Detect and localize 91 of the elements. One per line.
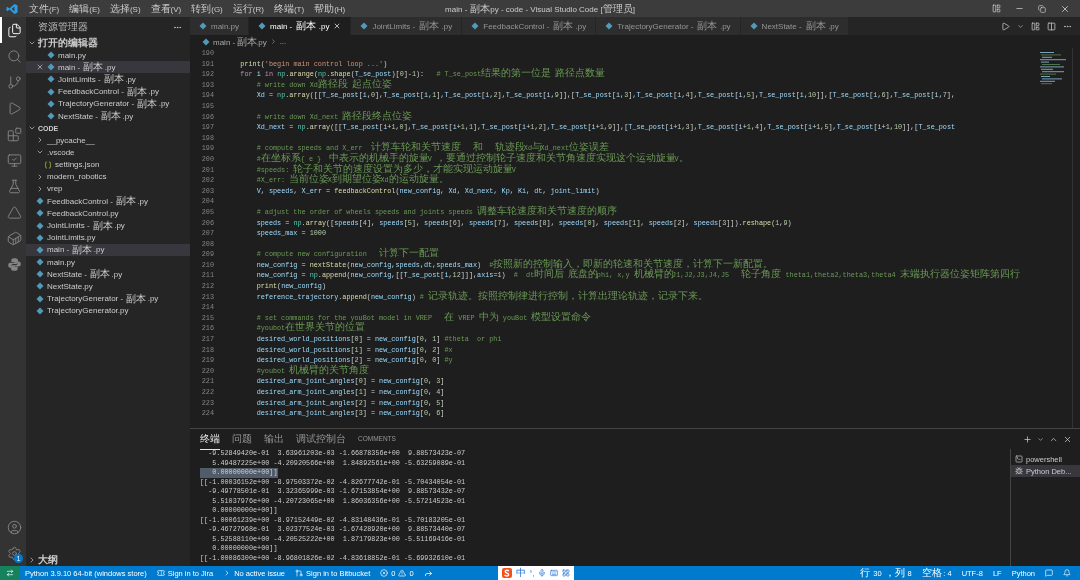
tree-item[interactable]: FeedbackControl - 副本.py — [26, 195, 190, 208]
ticket-icon — [156, 569, 165, 577]
tree-item[interactable]: NextState - 副本.py — [26, 268, 190, 281]
tree-item[interactable]: JointLimits.py — [26, 231, 190, 244]
open-editor-item[interactable]: main - 副本.py — [26, 61, 190, 74]
open-editor-item[interactable]: main.py — [26, 49, 190, 62]
run-icon[interactable] — [6, 100, 22, 116]
breadcrumb-item[interactable]: ... — [279, 37, 287, 46]
section-header[interactable]: 大纲 — [26, 554, 190, 566]
remote-icon — [6, 569, 14, 577]
breadcrumb-item[interactable]: main - 副本.py — [213, 34, 267, 49]
ime-mode[interactable]: 中 — [515, 566, 526, 580]
tree-item[interactable]: modern_robotics — [26, 170, 190, 183]
chevron-down-icon[interactable] — [1017, 22, 1024, 30]
terminal-icon — [1015, 455, 1023, 463]
close-icon[interactable] — [333, 22, 342, 30]
container-icon[interactable] — [6, 230, 22, 246]
panel-tab[interactable]: 输出 — [264, 428, 284, 450]
panel-tab[interactable]: 终端 — [200, 428, 220, 450]
layout-icon[interactable] — [1031, 21, 1040, 31]
menu-item[interactable]: 查看(V) — [145, 0, 187, 18]
menu-item[interactable]: 帮助(H) — [309, 0, 351, 18]
error-icon — [380, 569, 389, 577]
panel-tab[interactable]: 调试控制台 — [296, 428, 346, 450]
python-file-icon — [471, 22, 480, 30]
open-editor-item[interactable]: TrajectoryGenerator - 副本.py — [26, 97, 190, 110]
menu-item[interactable]: 终端(T) — [268, 0, 310, 18]
tree-item[interactable]: TrajectoryGenerator.py — [26, 304, 190, 317]
tree-item[interactable]: __pycache__ — [26, 134, 190, 147]
snake-logo-icon[interactable] — [6, 256, 22, 272]
open-editor-item[interactable]: JointLimits - 副本.py — [26, 73, 190, 86]
remote-button[interactable] — [0, 566, 20, 580]
tree-item[interactable]: FeedbackControl.py — [26, 207, 190, 220]
section-header[interactable]: 打开的编辑器 — [26, 37, 190, 49]
tree-item[interactable]: main.py — [26, 256, 190, 269]
feedback-icon — [1045, 569, 1053, 577]
chevron-down-icon[interactable] — [1037, 435, 1044, 443]
editor-tab[interactable]: main - 副本.py — [249, 17, 352, 35]
branch-icon[interactable] — [6, 74, 22, 90]
menu-item[interactable]: 选择(S) — [104, 0, 146, 18]
logo-icon — [6, 2, 18, 15]
settings-icon[interactable] — [6, 545, 22, 561]
account-icon[interactable] — [6, 519, 22, 535]
editor-tab[interactable]: TrajectoryGenerator - 副本.py — [596, 17, 741, 35]
search-icon[interactable] — [6, 48, 22, 64]
menu-item[interactable]: 运行(R) — [227, 0, 269, 18]
sidebar-title: 资源管理器 — [38, 20, 88, 34]
extensions-icon[interactable] — [6, 126, 22, 142]
menu-item[interactable]: 编辑(E) — [64, 0, 105, 18]
restore-icon[interactable] — [1038, 4, 1046, 13]
python-file-icon — [605, 22, 614, 30]
python-file-icon — [360, 22, 369, 30]
python-file-icon — [258, 22, 266, 30]
bug-icon — [1015, 467, 1023, 475]
tree-item[interactable]: JointLimits - 副本.py — [26, 219, 190, 232]
keyboard-icon[interactable] — [550, 569, 559, 577]
editor-tab[interactable]: JointLimits - 副本.py — [351, 17, 463, 35]
tree-item[interactable]: TrajectoryGenerator - 副本.py — [26, 292, 190, 305]
chevron-right-icon — [269, 38, 277, 45]
menu-item[interactable]: 文件(F) — [24, 0, 65, 18]
warning-icon — [398, 569, 407, 577]
close-icon[interactable] — [36, 63, 44, 72]
forward-icon — [423, 568, 433, 578]
bell-icon — [1063, 569, 1071, 577]
run-icon[interactable] — [1001, 21, 1010, 31]
files-icon[interactable] — [6, 22, 22, 38]
tree-item[interactable]: settings.json — [26, 158, 190, 171]
pull-request-icon — [295, 569, 304, 577]
editor-tab[interactable]: NextState - 副本.py — [740, 17, 849, 35]
braces-icon — [44, 160, 52, 169]
split-editor-icon[interactable] — [1047, 21, 1056, 31]
layout-icon[interactable] — [992, 4, 1001, 13]
flask-icon[interactable] — [6, 178, 22, 194]
add-icon[interactable] — [1023, 434, 1032, 444]
monitor-icon[interactable] — [6, 152, 22, 168]
editor-tab[interactable]: FeedbackControl - 副本.py — [462, 17, 597, 35]
open-editor-item[interactable]: NextState - 副本.py — [26, 109, 190, 123]
close-icon[interactable] — [1060, 3, 1070, 14]
editor-tab[interactable]: main.py — [190, 17, 249, 35]
open-editor-item[interactable]: FeedbackControl - 副本.py — [26, 85, 190, 98]
tree-item[interactable]: .vscode — [26, 146, 190, 159]
mic-icon[interactable] — [538, 569, 547, 577]
tree-item[interactable]: vrep — [26, 182, 190, 196]
menu-item[interactable]: 转到(G) — [186, 0, 228, 18]
panel-tab[interactable]: 问题 — [232, 428, 252, 450]
triangle-icon[interactable] — [6, 204, 22, 220]
tree-item[interactable]: main - 副本.py — [26, 243, 190, 256]
tree-item[interactable]: NextState.py — [26, 280, 190, 293]
python-file-icon — [749, 22, 758, 30]
grid-icon[interactable] — [562, 569, 571, 577]
close-icon[interactable] — [1063, 434, 1072, 444]
